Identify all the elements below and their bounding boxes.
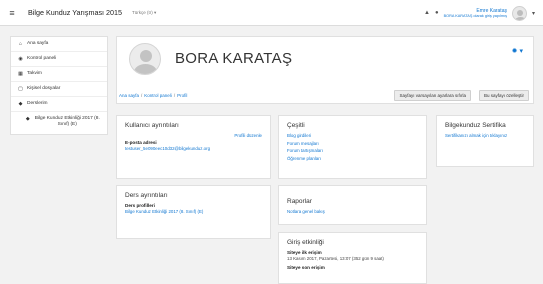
sidebar-item-private-files[interactable]: ▢ Kişisel dosyalar: [11, 82, 107, 97]
site-title[interactable]: Bilge Kunduz Yarışması 2015: [28, 8, 122, 17]
sidebar-item-home[interactable]: ⌂ Ana sayfa: [11, 37, 107, 52]
edit-profile-link[interactable]: Profili düzenle: [125, 133, 262, 138]
file-icon: ▢: [18, 86, 23, 92]
first-access-label: Siteye ilk erişim: [287, 250, 322, 255]
sidebar-item-label: Kişisel dosyalar: [27, 86, 61, 91]
card-title: Giriş etkinliği: [287, 239, 324, 246]
customize-page-button[interactable]: Bu sayfayı özelleştir: [478, 90, 529, 101]
forum-posts-link[interactable]: Forum mesajları: [287, 141, 418, 146]
nav-drawer: ⌂ Ana sayfa ◉ Kontrol paneli ▦ Takvim ▢ …: [10, 36, 108, 135]
breadcrumb-item-dashboard[interactable]: Kontrol paneli: [144, 93, 172, 98]
graduation-cap-icon: ◆: [18, 101, 23, 107]
calendar-icon: ▦: [18, 71, 23, 77]
first-access-value: 13 Kasım 2017, Pazartesi, 13:07 (352 gün…: [287, 256, 384, 261]
course-link[interactable]: Bilge Kunduz Etkinliği 2017 (8. Sınıf) (…: [125, 209, 262, 214]
card-title: Ders ayrıntıları: [125, 192, 168, 199]
user-details-card: Kullanıcı ayrıntıları Profili düzenle E-…: [116, 115, 271, 179]
block-title: Bilgekunduz Sertifika: [445, 122, 506, 129]
sidebar-item-calendar[interactable]: ▦ Takvim: [11, 67, 107, 82]
avatar[interactable]: [511, 5, 527, 21]
blog-entries-link[interactable]: Blog girdileri: [287, 133, 418, 138]
sidebar-item-label: Ana sayfa: [27, 41, 49, 46]
avatar: [129, 43, 161, 75]
hamburger-icon[interactable]: ≡: [0, 0, 24, 26]
certificate-block: Bilgekunduz Sertifika Sertifikanızı alma…: [436, 115, 534, 167]
last-access-label: Siteye son erişim: [287, 265, 325, 270]
course-profiles-label: Ders profilleri: [125, 203, 155, 208]
reports-card: Raporlar Notlara genel bakış: [278, 185, 427, 225]
graduation-cap-icon: ◆: [25, 116, 30, 122]
grades-overview-link[interactable]: Notlara genel bakış: [287, 209, 418, 214]
breadcrumb-item-home[interactable]: Ana sayfa: [119, 93, 139, 98]
gear-icon[interactable]: ✹ ▾: [512, 47, 523, 55]
email-value[interactable]: testuser_5e090eec10d32@bilgekunduz.org: [125, 146, 262, 151]
learning-plans-link[interactable]: Öğrenme planları: [287, 156, 418, 161]
card-title: Raporlar: [287, 198, 312, 205]
forum-discussions-link[interactable]: Forum tartışmaları: [287, 148, 418, 153]
user-menu[interactable]: Emre Karataş BORA KARATAŞ olarak giriş y…: [444, 8, 507, 19]
main-region: BORA KARATAŞ ✹ ▾ Ana sayfa / Kontrol panel…: [116, 36, 534, 284]
sidebar-item-label: Bilge Kunduz Etkinliği 2017 (8. Sınıf) (…: [34, 116, 100, 128]
card-title: Çeşitli: [287, 122, 305, 129]
email-label: E-posta adresi: [125, 140, 157, 145]
sidebar-item-label: Derslerim: [27, 101, 48, 106]
chat-icon[interactable]: ●: [435, 10, 439, 16]
sidebar-item-course[interactable]: ◆ Bilge Kunduz Etkinliği 2017 (8. Sınıf)…: [11, 112, 107, 134]
top-navbar: ≡ Bilge Kunduz Yarışması 2015 Türkçe (tr…: [0, 0, 543, 26]
breadcrumb: Ana sayfa / Kontrol paneli / Profil: [119, 93, 188, 98]
page-header: BORA KARATAŞ ✹ ▾ Ana sayfa / Kontrol panel…: [116, 36, 534, 104]
certificate-link[interactable]: Sertifikanızı almak için tıklayınız: [445, 133, 525, 139]
reset-page-button[interactable]: Sayfayı varsayılan ayarlara sıfırla: [394, 90, 471, 101]
login-activity-card: Giriş etkinliği Siteye ilk erişim 13 Kas…: [278, 232, 427, 284]
course-details-card: Ders ayrıntıları Ders profilleri Bilge K…: [116, 185, 271, 239]
card-title: Kullanıcı ayrıntıları: [125, 122, 179, 129]
sidebar-item-label: Takvim: [27, 71, 42, 76]
misc-card: Çeşitli Blog girdileri Forum mesajları F…: [278, 115, 427, 179]
sidebar-item-dashboard[interactable]: ◉ Kontrol paneli: [11, 52, 107, 67]
dashboard-icon: ◉: [18, 56, 23, 62]
sidebar-item-label: Kontrol paneli: [27, 56, 57, 61]
login-as-status: BORA KARATAŞ olarak giriş yapılmış: [443, 13, 507, 18]
page-title: BORA KARATAŞ: [175, 50, 293, 67]
language-menu[interactable]: Türkçe (tr) ▾: [132, 10, 156, 16]
bell-icon[interactable]: ▲: [424, 10, 430, 16]
breadcrumb-item-profile[interactable]: Profil: [177, 93, 187, 98]
sidebar-item-my-courses[interactable]: ◆ Derslerim: [11, 97, 107, 112]
chevron-down-icon[interactable]: ▾: [532, 10, 535, 17]
home-icon: ⌂: [18, 41, 23, 47]
